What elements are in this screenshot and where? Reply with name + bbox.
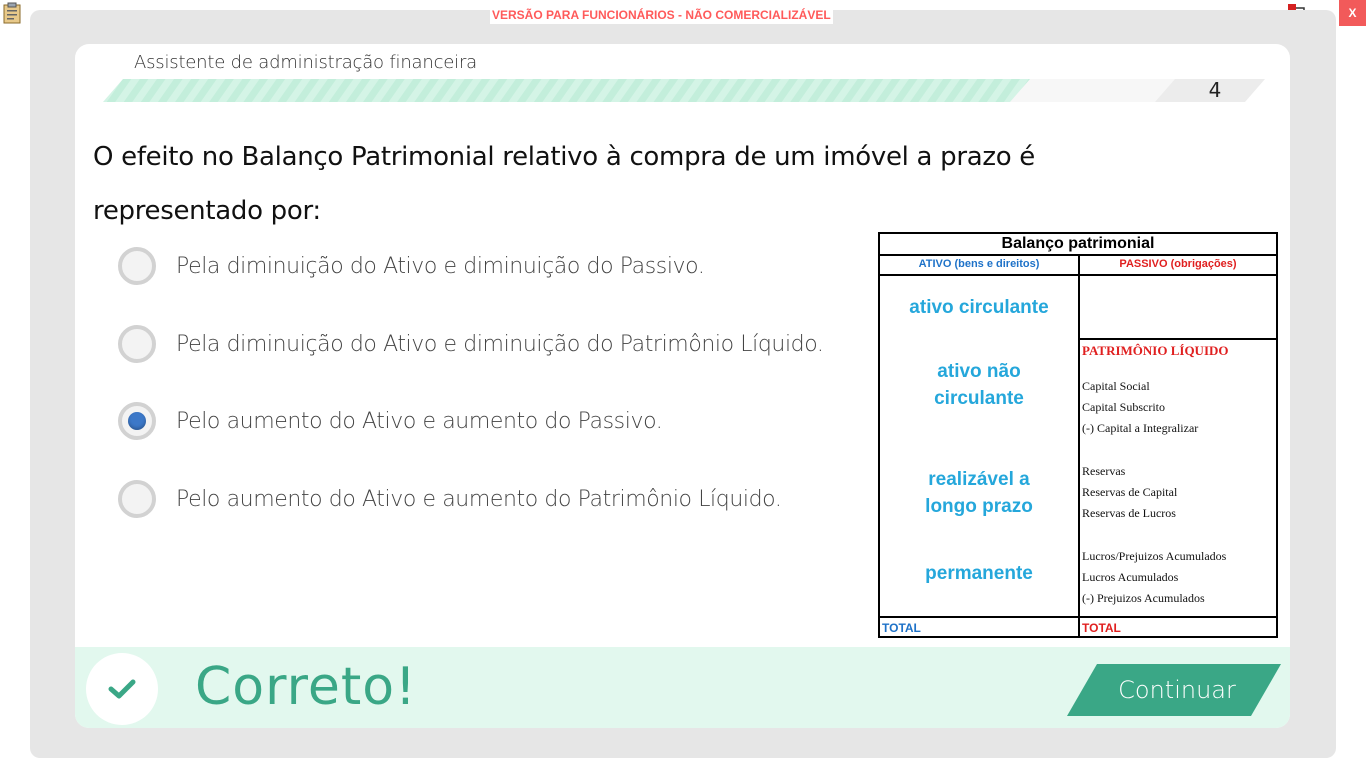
radio-button[interactable] bbox=[118, 325, 156, 363]
staff-version-watermark: VERSÃO PARA FUNCIONÁRIOS - NÃO COMERCIAL… bbox=[490, 6, 833, 24]
ativo-header: ATIVO (bens e direitos) bbox=[880, 254, 1080, 276]
answer-option-4[interactable]: Pelo aumento do Ativo e aumento do Patri… bbox=[118, 475, 782, 523]
answer-option-2[interactable]: Pela diminuição do Ativo e diminuição do… bbox=[118, 320, 824, 368]
pl-line: (-) Prejuizos Acumulados bbox=[1082, 591, 1205, 605]
pl-line: (-) Capital a Integralizar bbox=[1082, 421, 1199, 435]
course-title: Assistente de administração financeira bbox=[134, 52, 477, 73]
option-label: Pela diminuição do Ativo e diminuição do… bbox=[176, 253, 705, 279]
ativo-group: ativo circulante bbox=[909, 297, 1049, 318]
pl-line: Reservas bbox=[1082, 464, 1126, 478]
balance-sheet-table: Balanço patrimonial ATIVO (bens e direit… bbox=[878, 232, 1278, 638]
passivo-column: PATRIMÔNIO LÍQUIDO Capital Social Capita… bbox=[1080, 276, 1276, 616]
answer-option-3[interactable]: Pelo aumento do Ativo e aumento do Passi… bbox=[118, 397, 663, 445]
pl-line: Lucros/Prejuizos Acumulados bbox=[1082, 549, 1227, 563]
passivo-header: PASSIVO (obrigações) bbox=[1080, 254, 1276, 276]
option-label: Pelo aumento do Ativo e aumento do Patri… bbox=[176, 486, 782, 512]
radio-button[interactable] bbox=[118, 480, 156, 518]
option-label: Pela diminuição do Ativo e diminuição do… bbox=[176, 331, 824, 357]
clipboard-icon bbox=[2, 2, 22, 24]
feedback-text: Correto! bbox=[195, 657, 417, 717]
ativo-column: ativo circulante ativo não circulante re… bbox=[880, 276, 1080, 616]
continue-button[interactable]: Continuar bbox=[1067, 664, 1281, 716]
page-number: 4 bbox=[1208, 78, 1222, 102]
question-card: Assistente de administração financeira 4… bbox=[75, 44, 1290, 728]
pl-line: Lucros Acumulados bbox=[1082, 570, 1179, 584]
close-button[interactable]: X bbox=[1339, 0, 1366, 26]
pl-line: Reservas de Lucros bbox=[1082, 506, 1176, 520]
radio-button-selected[interactable] bbox=[118, 402, 156, 440]
feedback-banner: Correto! Continuar bbox=[75, 647, 1290, 728]
passivo-empty-cell bbox=[1080, 276, 1276, 340]
progress-bar bbox=[103, 79, 1265, 102]
pl-line: Capital Subscrito bbox=[1082, 400, 1165, 414]
answer-option-1[interactable]: Pela diminuição do Ativo e diminuição do… bbox=[118, 242, 705, 290]
pl-line: Reservas de Capital bbox=[1082, 485, 1178, 499]
option-label: Pelo aumento do Ativo e aumento do Passi… bbox=[176, 408, 663, 434]
ativo-group: ativo não circulante bbox=[934, 361, 1024, 409]
ativo-total: TOTAL bbox=[880, 616, 1080, 636]
checkmark-icon bbox=[86, 653, 158, 725]
ativo-group: permanente bbox=[925, 563, 1033, 584]
passivo-total: TOTAL bbox=[1080, 616, 1276, 636]
radio-button[interactable] bbox=[118, 247, 156, 285]
patrimonio-liquido-title: PATRIMÔNIO LÍQUIDO bbox=[1082, 343, 1229, 358]
balance-sheet-title: Balanço patrimonial bbox=[880, 234, 1276, 256]
ativo-group: realizável a longo prazo bbox=[925, 469, 1033, 517]
pl-line: Capital Social bbox=[1082, 379, 1150, 393]
question-text: O efeito no Balanço Patrimonial relativo… bbox=[93, 142, 1035, 226]
continue-label: Continuar bbox=[1118, 676, 1236, 704]
